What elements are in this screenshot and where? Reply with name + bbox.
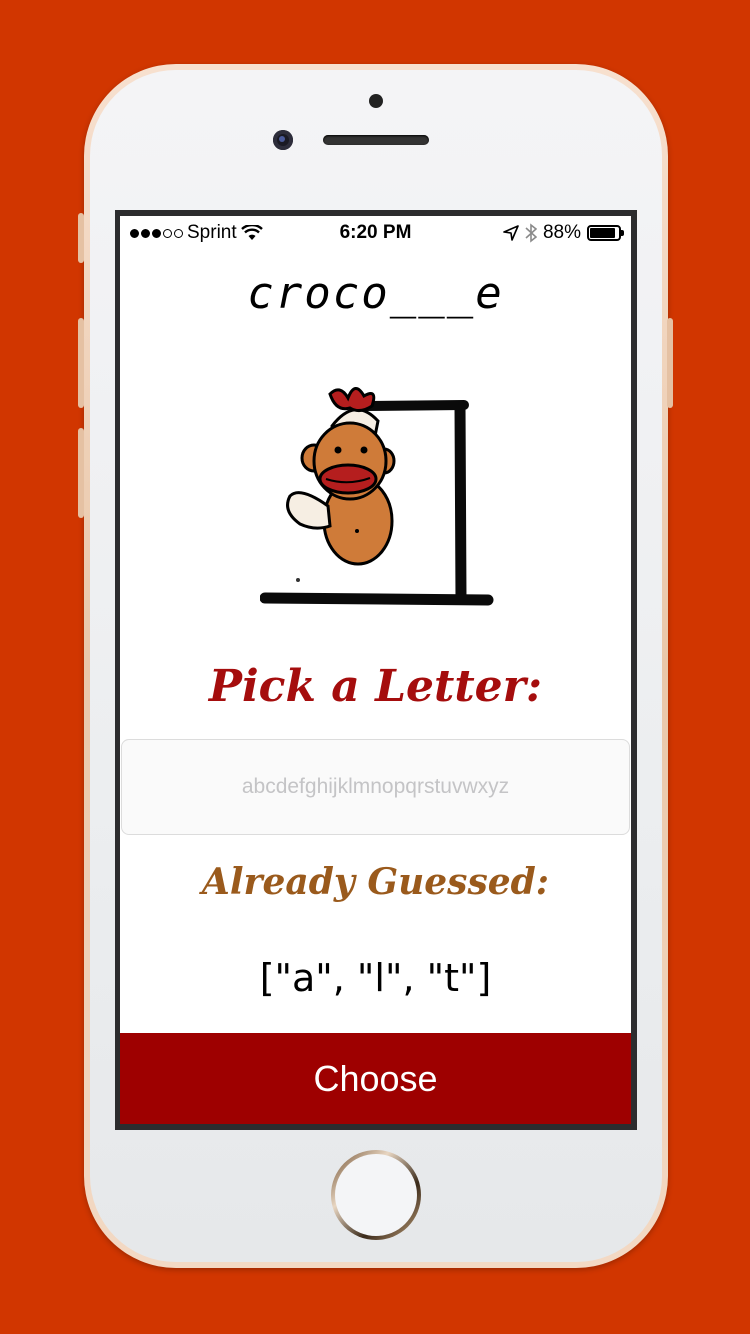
choose-button[interactable]: Choose [120, 1033, 631, 1124]
app-screen: Sprint 6:20 PM 88% croco___e Pick a Lett… [120, 216, 631, 1124]
mute-switch [78, 213, 84, 263]
sock-monkey-hangman-illustration [260, 387, 494, 606]
letter-input[interactable] [122, 740, 629, 834]
earpiece-speaker [323, 135, 429, 145]
location-arrow-icon [503, 225, 519, 241]
power-button [667, 318, 673, 408]
already-guessed-heading: Already Guessed: [201, 861, 550, 903]
monkey-arm [286, 491, 332, 530]
battery-percent: 88% [542, 222, 581, 243]
status-bar: Sprint 6:20 PM 88% [120, 216, 631, 250]
letter-input-container [121, 739, 630, 835]
pick-letter-heading: Pick a Letter: [208, 661, 543, 712]
volume-up-button [78, 318, 84, 408]
guessed-letters: ["a", "l", "t"] [259, 956, 492, 1000]
front-sensor [369, 94, 383, 108]
front-camera [273, 130, 293, 150]
volume-down-button [78, 428, 84, 518]
battery-icon [587, 225, 624, 241]
home-button[interactable] [331, 1150, 421, 1240]
word-display: croco___e [247, 268, 504, 319]
bluetooth-icon [525, 223, 537, 243]
